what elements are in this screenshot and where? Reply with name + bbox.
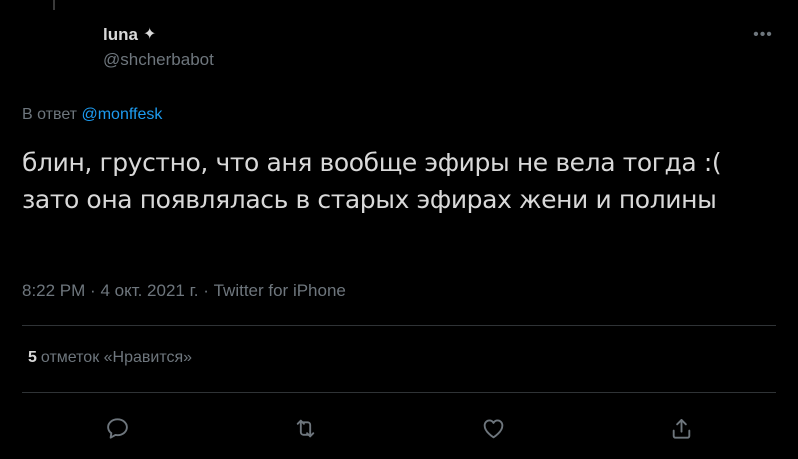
- likes-count: 5: [28, 349, 37, 366]
- avatar[interactable]: [22, 22, 86, 86]
- share-button[interactable]: [665, 412, 697, 444]
- reply-button[interactable]: [101, 412, 133, 444]
- more-options-button[interactable]: •••: [750, 24, 776, 46]
- reply-prefix: В ответ: [22, 106, 78, 123]
- likes-label: отметок «Нравится»: [40, 349, 193, 366]
- like-button[interactable]: [477, 412, 509, 444]
- divider: [22, 325, 776, 326]
- tweet-text: блин, грустно, что аня вообще эфиры не в…: [22, 148, 722, 214]
- tweet-date[interactable]: 4 окт. 2021 г.: [100, 281, 198, 300]
- reply-context: В ответ @monffesk: [22, 106, 162, 124]
- display-name[interactable]: luna: [103, 25, 138, 45]
- user-handle[interactable]: @shcherbabot: [103, 50, 214, 70]
- meta-separator: ·: [90, 281, 96, 300]
- thread-connector-line: [53, 0, 55, 10]
- retweet-icon: [296, 419, 314, 437]
- divider: [22, 392, 776, 393]
- tweet-author: luna ✦ @shcherbabot: [103, 24, 214, 70]
- tweet-time[interactable]: 8:22 PM: [22, 281, 85, 300]
- reply-mention-link[interactable]: @monffesk: [81, 106, 162, 123]
- tweet-source-link[interactable]: Twitter for iPhone: [214, 281, 346, 300]
- sparkle-icon: ✦: [142, 26, 157, 43]
- meta-separator: ·: [203, 281, 209, 300]
- retweet-button[interactable]: [289, 412, 321, 444]
- likes-stat-link[interactable]: 5 отметок «Нравится»: [28, 349, 192, 367]
- heart-icon: [483, 419, 503, 438]
- tweet-metadata: 8:22 PM · 4 окт. 2021 г. · Twitter for i…: [22, 281, 346, 301]
- share-icon: [672, 418, 690, 439]
- display-name-row: luna ✦: [103, 24, 214, 46]
- reply-icon: [106, 417, 128, 439]
- more-dots-icon: •••: [753, 26, 773, 43]
